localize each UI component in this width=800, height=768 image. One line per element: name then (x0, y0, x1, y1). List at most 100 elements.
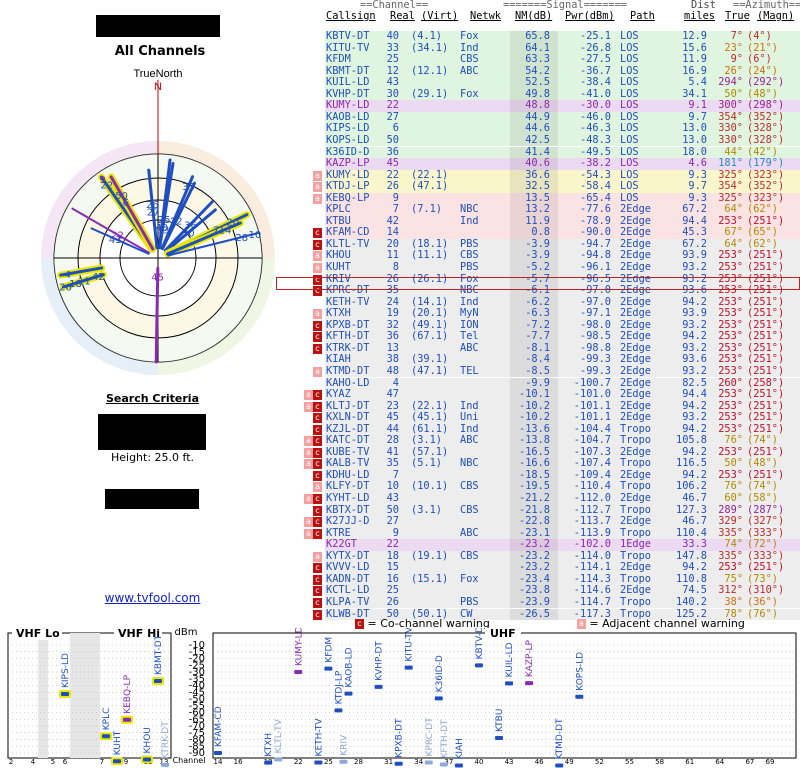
network-cell: Fox (460, 30, 479, 42)
power-cell: -99.3 (580, 364, 611, 377)
power-cell: -114.7 (573, 595, 611, 608)
network-cell: Fox (460, 572, 479, 585)
station-label: KUMY-LD (294, 628, 304, 666)
path-cell: LOS (620, 30, 639, 42)
station-label: KTMD-DT (555, 718, 565, 760)
virtual-channel-cell: (5.1) (411, 457, 442, 470)
true-azimuth-cell: 294° (718, 76, 743, 89)
table-row[interactable]: a KTDJ-LP 26 (47.1) 32.5 -58.4 LOS 9.7 354° (352°… (300, 181, 800, 193)
table-row[interactable]: KFDM 25 CBS 63.3 -27.5 LOS 11.9 9° (6°) (300, 54, 800, 66)
station-label: KUIL-LD (505, 642, 515, 677)
uhf-x-tick: 58 (655, 758, 664, 766)
nm-cell: 32.5 (525, 180, 550, 193)
table-row[interactable]: a KUHT 8 PBS -5.2 -96.1 2Edge 93.2 253° (251°) (300, 261, 800, 274)
true-azimuth-cell: 253° (718, 364, 743, 377)
table-row[interactable]: c KLPA-TV 26 PBS -23.9 -114.7 Tropo 140.2 38° (36… (300, 595, 800, 609)
table-row[interactable]: KITU-TV 33 (34.1) Ind 64.1 -26.8 LOS 15.6 23° (21… (300, 42, 800, 55)
vhf-x-tick: 4 (31, 758, 36, 766)
station-label: KFTH-DT (440, 719, 450, 758)
table-row[interactable]: a c K27JJ-D 27 -22.8 -113.7 2Edge 46.7 329° (327°… (300, 516, 800, 528)
page-title: All Channels (114, 44, 206, 59)
network-cell: TEL (460, 364, 479, 377)
real-channel-cell: 19 (386, 307, 399, 320)
true-azimuth-cell: 181° (718, 157, 743, 170)
path-cell: 2Edge (620, 261, 651, 273)
co-channel-warning-badge-icon: c (313, 228, 322, 239)
virtual-channel-cell: (3.1) (411, 503, 442, 516)
uhf-x-tick: 64 (715, 758, 724, 766)
station-label: KBMT-DT (154, 634, 164, 675)
uhf-x-tick: 22 (294, 758, 303, 766)
co-channel-warning-badge-icon: c (313, 528, 322, 539)
virtual-channel-cell: (47.1) (411, 180, 449, 193)
station-bar (439, 762, 448, 767)
polar-channel-label: 45 (151, 273, 164, 284)
magnetic-azimuth-cell: (6°) (747, 53, 772, 66)
table-row[interactable]: a KTMD-DT 48 (47.1) TEL -8.5 -99.3 2Edge 93.2 253… (300, 364, 800, 378)
power-cell: -25.1 (580, 30, 611, 42)
callsign-cell: KLPA-TV (326, 595, 370, 608)
power-cell: -38.2 (580, 157, 611, 170)
path-cell: Tropo (620, 595, 651, 608)
station-label: KIPS-LD (61, 653, 71, 688)
uhf-x-tick: 67 (745, 758, 754, 766)
table-row[interactable]: c KXLN-DT 45 (45.1) Uni -10.2 -101.1 2Edge 93.2 2… (300, 412, 800, 424)
table-row[interactable]: a KTXH 19 (20.1) MyN -6.3 -97.1 2Edge 93.9 253° (2… (300, 308, 800, 320)
magnetic-azimuth-cell: (251°) (747, 307, 785, 320)
table-row[interactable]: KAZP-LP 45 40.6 -38.2 LOS 4.6 181° (179°) (300, 157, 800, 170)
callsign-cell: KTDJ-LP (326, 180, 370, 193)
polar-channel-label: 42 (92, 272, 105, 283)
nm-cell: 52.5 (525, 76, 550, 89)
distance-cell: 94.4 (682, 388, 707, 401)
real-channel-cell: 45 (386, 411, 399, 424)
polar-channel-label: 20 (226, 218, 239, 229)
power-cell: -113.7 (573, 515, 611, 528)
table-row[interactable]: KOPS-LD 50 42.5 -48.3 LOS 13.0 330° (328°) (300, 133, 800, 147)
co-channel-warning-badge-icon: c (313, 609, 322, 620)
nm-cell: -23.2 (519, 538, 550, 551)
polar-channel-label: 30 (182, 229, 195, 240)
co-channel-warning-badge-icon: c (313, 459, 322, 470)
magnetic-azimuth-cell: (58°) (747, 492, 778, 504)
station-bar (113, 759, 121, 764)
station-label: KTXH (264, 733, 274, 757)
adjacent-warning-badge-icon: a (313, 366, 322, 377)
table-row[interactable]: K22GT 22 -23.2 -102.0 1Edge 33.3 74° (72°) (300, 539, 800, 551)
website-link[interactable]: www.tvfool.com (0, 591, 305, 605)
nm-cell: -23.9 (519, 595, 550, 608)
true-azimuth-cell: 329° (718, 515, 743, 528)
magnetic-azimuth-cell: (251°) (747, 411, 785, 424)
table-row[interactable]: a c KYAZ 47 -10.1 -101.0 2Edge 94.4 253° (251°) (300, 388, 800, 401)
power-cell: -101.0 (573, 388, 611, 401)
adjacent-warning-badge-icon: a (304, 494, 313, 504)
station-bar (374, 684, 383, 689)
co-channel-warning-badge-icon: c (313, 332, 322, 343)
path-cell: LOS (620, 180, 639, 193)
table-row[interactable]: KUIL-LD 43 52.5 -38.4 LOS 5.4 294° (292°) (300, 77, 800, 89)
nm-cell: -10.2 (519, 411, 550, 424)
adjacent-warning-badge-icon: a (313, 170, 322, 181)
true-azimuth-cell: 60° (724, 492, 743, 504)
virtual-channel-cell: (4.1) (411, 30, 442, 42)
path-cell: 2Edge (620, 411, 651, 424)
real-channel-cell: 47 (386, 388, 399, 401)
distance-cell: 13.0 (682, 133, 707, 146)
table-row[interactable]: KBTV-DT 40 (4.1) Fox 65.8 -25.1 LOS 12.9 7° (4°) (300, 30, 800, 43)
uhf-x-tick: 55 (625, 758, 634, 766)
station-bar (294, 670, 303, 674)
magnetic-azimuth-cell: (352°) (747, 180, 785, 193)
adjacent-warning-badge-icon: a (313, 251, 322, 262)
adjacent-warning-badge-icon: a (304, 517, 313, 528)
col-path: Path (630, 10, 655, 22)
station-bar (334, 708, 343, 713)
virtual-channel-cell: (15.1) (411, 572, 449, 585)
network-cell: NBC (460, 457, 479, 470)
table-row[interactable]: a c KYHT-LD 43 -21.2 -112.0 2Edge 46.7 60° (58°) (300, 492, 800, 505)
uhf-x-tick: 61 (685, 758, 694, 766)
virtual-channel-cell: (19.1) (411, 549, 449, 562)
distance-cell: 33.3 (682, 538, 707, 551)
callsign-cell: KYHT-LD (326, 492, 370, 504)
virtual-channel-cell: (7.1) (411, 203, 442, 216)
callsign-cell: KTXH (326, 307, 351, 320)
vhf-gap-shade (38, 633, 48, 758)
